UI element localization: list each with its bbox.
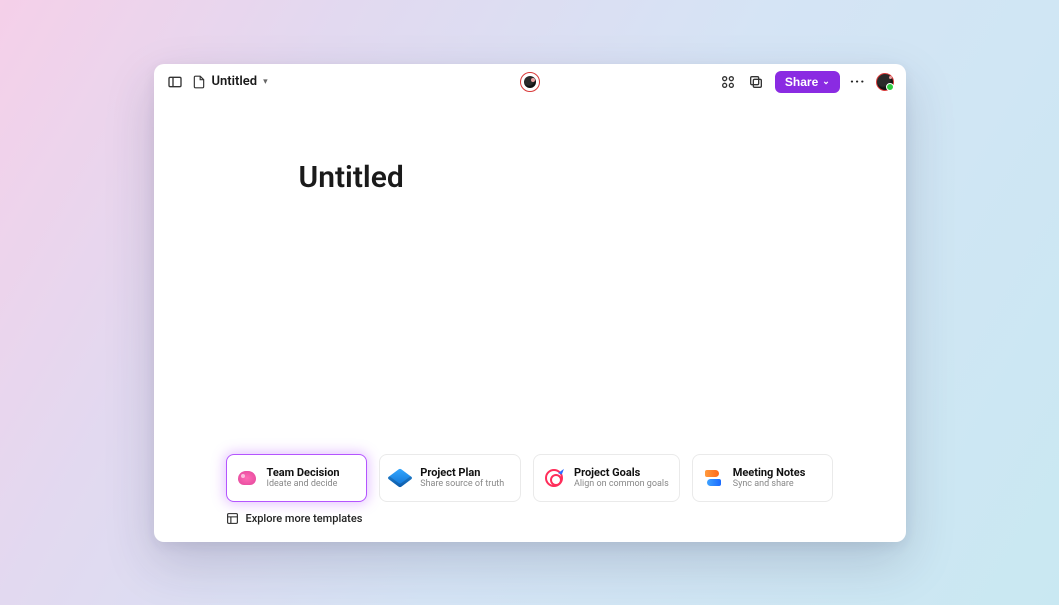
share-button-label: Share [785,75,818,89]
fish-icon [703,468,723,488]
template-card-project-plan[interactable]: Project Plan Share source of truth [379,454,521,502]
explore-more-templates[interactable]: Explore more templates [226,512,363,526]
template-grid-icon [226,512,240,526]
topbar: Untitled ▾ Share ⌄ ··· [154,64,906,100]
app-window: Untitled ▾ Share ⌄ ··· Untitled [154,64,906,542]
content-area: Untitled Team Decision Ideate and decide… [154,100,906,542]
chevron-down-icon: ⌄ [822,76,830,87]
template-title: Meeting Notes [733,466,806,479]
copy-icon[interactable] [747,73,765,91]
workspace-avatar[interactable] [520,72,540,92]
share-button[interactable]: Share ⌄ [775,71,840,93]
apps-icon[interactable] [719,73,737,91]
sidebar-toggle-icon[interactable] [166,73,184,91]
template-subtitle: Align on common goals [574,479,669,490]
templates-row: Team Decision Ideate and decide Project … [226,454,834,502]
doc-title-dropdown[interactable]: Untitled ▾ [192,74,268,89]
document-icon [192,75,206,89]
template-card-meeting-notes[interactable]: Meeting Notes Sync and share [692,454,834,502]
more-menu-button[interactable]: ··· [850,74,866,90]
template-subtitle: Ideate and decide [267,479,340,490]
explore-label: Explore more templates [246,512,363,525]
template-title: Project Plan [420,466,504,479]
template-title: Team Decision [267,466,340,479]
template-subtitle: Sync and share [733,479,806,490]
brain-icon [237,468,257,488]
template-title: Project Goals [574,466,669,479]
page-title[interactable]: Untitled [299,160,906,195]
template-card-team-decision[interactable]: Team Decision Ideate and decide [226,454,368,502]
cube-icon [390,468,410,488]
doc-title-label: Untitled [212,74,258,89]
chevron-down-icon: ▾ [263,77,268,87]
template-card-project-goals[interactable]: Project Goals Align on common goals [533,454,680,502]
target-icon [544,468,564,488]
template-subtitle: Share source of truth [420,479,504,490]
user-avatar[interactable] [876,73,894,91]
